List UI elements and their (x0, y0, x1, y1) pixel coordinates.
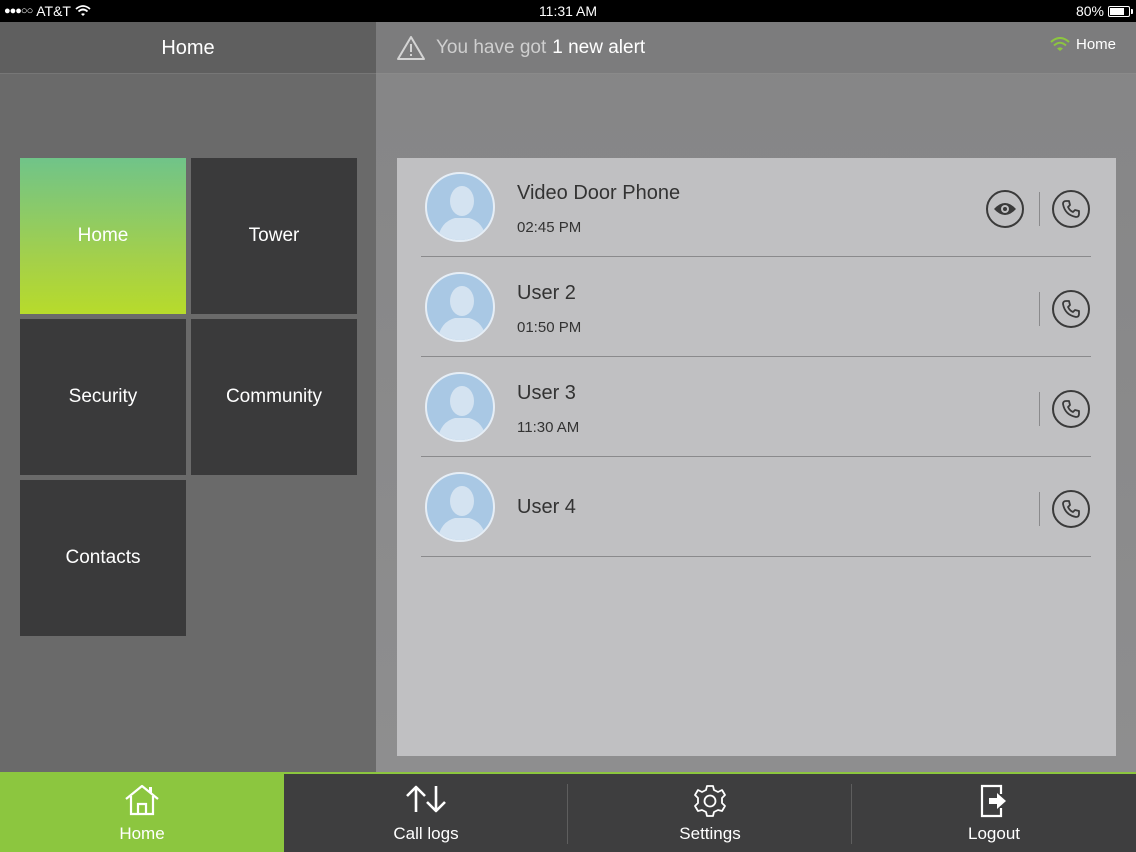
eye-icon (994, 203, 1016, 215)
phone-icon (1062, 500, 1080, 518)
nav-settings[interactable]: Settings (568, 774, 852, 852)
nav-settings-label: Settings (679, 824, 741, 843)
nav-call-logs[interactable]: Call logs (284, 774, 568, 852)
avatar (425, 372, 495, 442)
tile-security[interactable]: Security (20, 319, 186, 475)
left-panel-title: Home (0, 22, 376, 74)
connection-label: Home (1075, 36, 1116, 53)
gear-icon (694, 785, 726, 817)
battery-icon (1108, 5, 1133, 17)
status-right: 80% (1075, 3, 1133, 19)
call-button[interactable] (1052, 190, 1090, 228)
contact-time: 11:30 AM (517, 419, 580, 436)
phone-icon (1062, 400, 1080, 418)
status-time: 11:31 AM (538, 3, 598, 19)
contact-name: User 3 (517, 382, 576, 404)
warning-icon (397, 36, 425, 60)
alert-count: 1 new alert (552, 37, 646, 58)
call-logs-icon (406, 785, 446, 813)
user-silhouette-icon (437, 186, 487, 240)
contact-name: Video Door Phone (517, 182, 681, 204)
bottom-nav: Home Call logs Settings Logout (0, 772, 1136, 852)
call-button[interactable] (1052, 290, 1090, 328)
contact-name: User 2 (517, 282, 576, 304)
tile-community[interactable]: Community (191, 319, 357, 475)
user-silhouette-icon (437, 386, 487, 440)
home-icon (125, 784, 159, 816)
row-divider (1039, 292, 1040, 326)
row-divider (1039, 192, 1040, 226)
nav-call-logs-label: Call logs (393, 824, 459, 843)
contact-row-video-door-phone[interactable]: Video Door Phone 02:45 PM (421, 158, 1091, 257)
alert-header: You have got 1 new alert Home (376, 22, 1136, 74)
left-panel: Home Home Tower Security Community Conta… (0, 22, 376, 772)
nav-logout-label: Logout (968, 824, 1020, 843)
avatar (425, 172, 495, 242)
contact-time: 02:45 PM (517, 219, 582, 236)
battery-percent: 80% (1075, 3, 1104, 19)
avatar (425, 472, 495, 542)
user-silhouette-icon (437, 286, 487, 340)
row-divider (1039, 392, 1040, 426)
contact-row-user-4[interactable]: User 4 (421, 458, 1091, 557)
row-divider (1039, 492, 1040, 526)
contact-list: Video Door Phone 02:45 PM User 2 01:50 P… (397, 158, 1116, 756)
alert-text-prefix: You have got (436, 37, 547, 58)
right-panel: You have got 1 new alert Home Video Door… (376, 22, 1136, 772)
call-button[interactable] (1052, 390, 1090, 428)
logout-icon (980, 784, 1006, 818)
status-bar: ●●●○○ AT&T 11:31 AM 80% (0, 0, 1136, 22)
nav-home[interactable]: Home (0, 774, 284, 852)
contact-row-user-3[interactable]: User 3 11:30 AM (421, 358, 1091, 457)
contact-name: User 4 (517, 496, 576, 518)
avatar (425, 272, 495, 342)
view-camera-button[interactable] (986, 190, 1024, 228)
alert-banner[interactable]: You have got 1 new alert (396, 22, 645, 74)
tile-contacts[interactable]: Contacts (20, 480, 186, 636)
contact-row-user-2[interactable]: User 2 01:50 PM (421, 258, 1091, 357)
tile-tower[interactable]: Tower (191, 158, 357, 314)
contact-time: 01:50 PM (517, 319, 582, 336)
connection-status: Home (1050, 36, 1116, 53)
tile-home[interactable]: Home (20, 158, 186, 314)
nav-home-label: Home (119, 824, 165, 843)
nav-logout[interactable]: Logout (852, 774, 1136, 852)
phone-icon (1062, 300, 1080, 318)
call-button[interactable] (1052, 490, 1090, 528)
phone-icon (1062, 200, 1080, 218)
user-silhouette-icon (437, 486, 487, 540)
wifi-icon (1050, 37, 1070, 51)
